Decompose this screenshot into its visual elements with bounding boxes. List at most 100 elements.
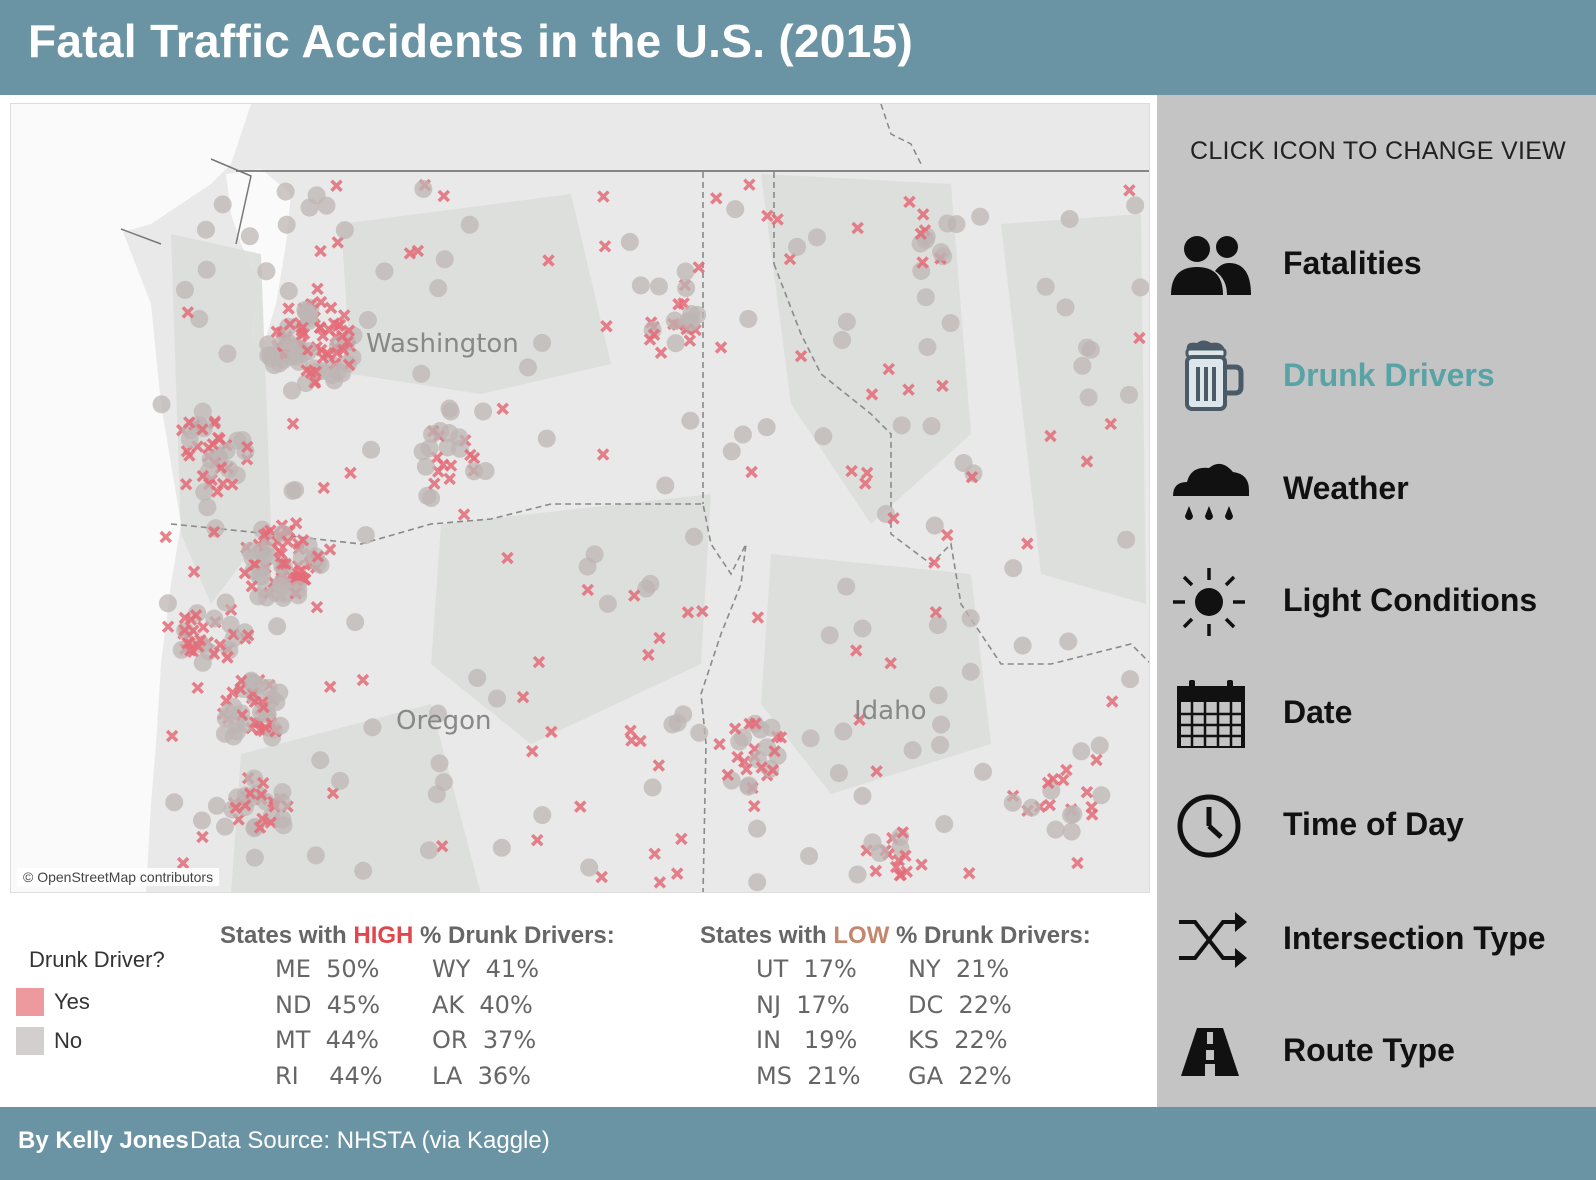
accident-mark-drunk-yes[interactable]	[330, 179, 343, 193]
accident-mark-drunk-no[interactable]	[682, 305, 701, 324]
accident-mark-drunk-yes[interactable]	[197, 621, 210, 634]
accident-mark-drunk-no[interactable]	[240, 227, 259, 246]
accident-mark-drunk-no[interactable]	[152, 395, 171, 414]
accident-mark-drunk-no[interactable]	[681, 411, 700, 430]
accident-mark-drunk-no[interactable]	[853, 786, 872, 805]
accident-mark-drunk-no[interactable]	[748, 873, 767, 892]
accident-mark-drunk-no[interactable]	[245, 848, 264, 867]
accident-mark-drunk-no[interactable]	[1131, 278, 1149, 297]
accident-mark-drunk-no[interactable]	[362, 440, 381, 459]
map-view[interactable]: Washington Oregon Idaho © OpenStreetMap …	[10, 103, 1150, 893]
accident-mark-drunk-yes[interactable]	[962, 866, 976, 880]
accident-mark-drunk-yes[interactable]	[624, 724, 637, 737]
accident-mark-drunk-no[interactable]	[420, 841, 439, 860]
accident-mark-drunk-yes[interactable]	[648, 847, 661, 861]
view-route-type-button[interactable]: Route Type	[1157, 1012, 1596, 1092]
accident-mark-drunk-no[interactable]	[1022, 798, 1041, 817]
view-intersection-type-button[interactable]: Intersection Type	[1157, 900, 1596, 980]
accident-mark-drunk-no[interactable]	[757, 418, 776, 437]
accident-mark-drunk-yes[interactable]	[728, 722, 742, 735]
accident-mark-drunk-no[interactable]	[690, 723, 709, 742]
accident-mark-drunk-no[interactable]	[207, 796, 226, 815]
accident-mark-drunk-no[interactable]	[1036, 277, 1055, 296]
accident-mark-drunk-no[interactable]	[1126, 196, 1145, 215]
accident-mark-drunk-no[interactable]	[270, 683, 289, 702]
accident-mark-drunk-no[interactable]	[837, 312, 856, 331]
accident-mark-drunk-no[interactable]	[722, 442, 741, 461]
accident-mark-drunk-no[interactable]	[1056, 298, 1075, 317]
accident-mark-drunk-no[interactable]	[420, 439, 439, 458]
accident-mark-drunk-yes[interactable]	[331, 236, 345, 249]
accident-mark-drunk-no[interactable]	[931, 735, 950, 754]
accident-mark-drunk-no[interactable]	[192, 811, 211, 830]
accident-mark-drunk-no[interactable]	[193, 653, 212, 672]
accident-mark-drunk-no[interactable]	[1062, 822, 1081, 841]
accident-mark-drunk-yes[interactable]	[324, 301, 338, 315]
map-canvas[interactable]: Washington Oregon Idaho	[11, 104, 1150, 893]
accident-mark-drunk-no[interactable]	[643, 778, 662, 797]
accident-mark-drunk-no[interactable]	[435, 250, 454, 269]
accident-mark-drunk-no[interactable]	[848, 865, 867, 884]
accident-mark-drunk-no[interactable]	[241, 541, 260, 560]
accident-mark-drunk-no[interactable]	[929, 686, 948, 705]
accident-mark-drunk-no[interactable]	[196, 220, 215, 239]
accident-mark-drunk-no[interactable]	[585, 545, 604, 564]
accident-mark-drunk-no[interactable]	[276, 182, 295, 201]
calendar-icon[interactable]	[1169, 676, 1253, 748]
accident-mark-drunk-no[interactable]	[935, 815, 954, 834]
accident-mark-drunk-yes[interactable]	[713, 737, 726, 751]
accident-mark-drunk-yes[interactable]	[245, 579, 259, 593]
accident-mark-drunk-no[interactable]	[598, 594, 617, 613]
accident-mark-drunk-yes[interactable]	[443, 472, 456, 486]
accident-mark-drunk-yes[interactable]	[683, 334, 697, 347]
accident-mark-drunk-yes[interactable]	[941, 528, 954, 542]
accident-mark-drunk-no[interactable]	[218, 344, 237, 363]
accident-mark-drunk-yes[interactable]	[1071, 856, 1084, 870]
accident-mark-drunk-no[interactable]	[631, 276, 650, 295]
accident-mark-drunk-no[interactable]	[282, 381, 301, 400]
accident-mark-drunk-yes[interactable]	[444, 459, 458, 472]
accident-mark-drunk-no[interactable]	[1046, 820, 1065, 839]
view-weather-button[interactable]: Weather	[1157, 450, 1596, 530]
accident-mark-drunk-no[interactable]	[961, 662, 980, 681]
accident-mark-drunk-no[interactable]	[335, 221, 354, 240]
accident-mark-drunk-no[interactable]	[356, 526, 375, 545]
accident-mark-drunk-no[interactable]	[286, 481, 305, 500]
accident-mark-drunk-no[interactable]	[307, 186, 326, 205]
accident-mark-drunk-yes[interactable]	[317, 481, 331, 495]
accident-mark-drunk-no[interactable]	[938, 214, 957, 233]
accident-mark-drunk-no[interactable]	[932, 243, 951, 262]
accident-mark-drunk-no[interactable]	[892, 416, 911, 435]
accident-mark-drunk-yes[interactable]	[625, 734, 638, 747]
accident-mark-drunk-no[interactable]	[176, 280, 195, 299]
accident-mark-drunk-no[interactable]	[911, 234, 930, 253]
accident-mark-drunk-no[interactable]	[265, 356, 284, 375]
accident-mark-drunk-no[interactable]	[863, 833, 882, 852]
accident-mark-drunk-no[interactable]	[665, 311, 684, 330]
accident-mark-drunk-yes[interactable]	[310, 600, 324, 614]
accident-mark-drunk-no[interactable]	[416, 457, 435, 476]
accident-mark-drunk-no[interactable]	[418, 486, 437, 505]
accident-mark-drunk-no[interactable]	[903, 741, 922, 760]
accident-mark-drunk-no[interactable]	[1090, 736, 1109, 755]
accident-mark-drunk-no[interactable]	[1072, 742, 1091, 761]
accident-mark-drunk-yes[interactable]	[600, 319, 613, 333]
accident-mark-drunk-no[interactable]	[666, 334, 685, 353]
accident-mark-drunk-no[interactable]	[1117, 530, 1136, 549]
accident-mark-drunk-no[interactable]	[1013, 636, 1032, 655]
accident-mark-drunk-yes[interactable]	[526, 744, 539, 758]
accident-mark-drunk-no[interactable]	[325, 371, 344, 390]
accident-mark-drunk-no[interactable]	[450, 428, 469, 447]
accident-mark-drunk-no[interactable]	[533, 333, 552, 352]
accident-mark-drunk-yes[interactable]	[1080, 785, 1094, 799]
accident-mark-drunk-no[interactable]	[1081, 340, 1100, 359]
accident-mark-drunk-no[interactable]	[363, 718, 382, 737]
accident-mark-drunk-yes[interactable]	[652, 759, 666, 772]
accident-mark-drunk-yes[interactable]	[748, 799, 761, 813]
accident-mark-drunk-yes[interactable]	[457, 508, 471, 521]
legend-item-yes[interactable]: Yes	[16, 988, 90, 1016]
accident-mark-drunk-no[interactable]	[277, 215, 296, 234]
accident-mark-drunk-yes[interactable]	[311, 282, 324, 296]
accident-mark-drunk-no[interactable]	[1004, 559, 1023, 578]
accident-mark-drunk-yes[interactable]	[1123, 184, 1136, 197]
